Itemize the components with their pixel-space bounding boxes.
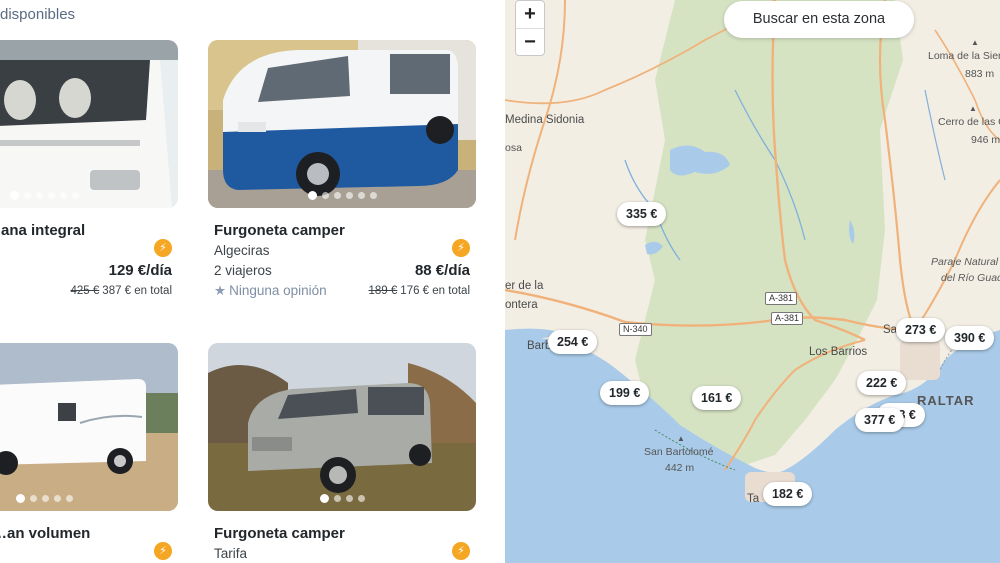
lightning-icon: ⚡ xyxy=(452,239,470,257)
price-pin[interactable]: 161 € xyxy=(692,386,742,410)
carousel-dot[interactable] xyxy=(59,192,67,199)
listing-title[interactable]: Furgoneta camper xyxy=(214,222,345,239)
peak-icon: ▲ xyxy=(971,38,979,47)
carousel-dot[interactable] xyxy=(23,192,31,199)
photo-carousel-dots[interactable] xyxy=(0,191,178,200)
map-view[interactable]: + − Buscar en esta zona Medina Sidonia o… xyxy=(505,0,1000,563)
old-price: 189 € xyxy=(368,285,398,297)
reviews-link[interactable]: ★ Ninguna opinión xyxy=(214,283,327,299)
carousel-dot[interactable] xyxy=(319,494,329,503)
results-list: disponibles …ana xyxy=(0,0,505,563)
carousel-dot[interactable] xyxy=(333,495,341,502)
map-tiles[interactable] xyxy=(505,0,1000,563)
place-vejer: er de la xyxy=(505,280,544,292)
elevation-label: 946 m xyxy=(971,134,1000,146)
carousel-dot[interactable] xyxy=(9,191,19,200)
photo-carousel-dots[interactable] xyxy=(0,494,178,503)
listing-photo[interactable] xyxy=(208,40,476,208)
listing-photo[interactable] xyxy=(208,343,476,511)
price-total: 425 €387 € en total xyxy=(71,285,172,297)
place-san-bartolome: San Bartolomé xyxy=(644,446,714,458)
zoom-out-button[interactable]: − xyxy=(516,28,544,55)
road-label: A-381 xyxy=(765,292,798,305)
peak-icon: ▲ xyxy=(677,434,685,443)
carousel-dot[interactable] xyxy=(357,192,365,199)
available-count-label: disponibles xyxy=(0,6,76,23)
carousel-dot[interactable] xyxy=(71,192,79,199)
search-this-area-button[interactable]: Buscar en esta zona xyxy=(724,1,914,38)
elevation-label: 442 m xyxy=(665,462,695,474)
listing-city: Algeciras xyxy=(214,243,270,258)
place-gibraltar: RALTAR xyxy=(917,393,975,408)
zoom-in-button[interactable]: + xyxy=(516,1,544,28)
carousel-dot[interactable] xyxy=(321,192,329,199)
listing-title[interactable]: …ana integral xyxy=(0,222,85,239)
total-label: 387 € en total xyxy=(102,285,172,297)
listing-city: Tarifa xyxy=(214,546,248,561)
photo-carousel-dots[interactable] xyxy=(208,191,476,200)
carousel-dot[interactable] xyxy=(307,191,317,200)
photo-carousel-dots[interactable] xyxy=(208,494,476,503)
old-price: 425 € xyxy=(70,285,100,297)
carousel-dot[interactable] xyxy=(369,192,377,199)
price-pin[interactable]: 390 € xyxy=(945,326,995,350)
reviews-label: Ninguna opinión xyxy=(229,283,327,298)
carousel-dot[interactable] xyxy=(35,192,43,199)
place-label: osa xyxy=(505,142,522,154)
listing-travellers: 2 viajeros xyxy=(214,263,272,278)
road-label: N-340 xyxy=(619,323,652,336)
blue-van-image xyxy=(208,40,476,208)
lightning-icon: ⚡ xyxy=(452,542,470,560)
place-vejer-2: ontera xyxy=(505,299,538,311)
motorhome-front-image xyxy=(0,40,178,208)
elevation-label: 883 m xyxy=(965,68,995,80)
lightning-icon: ⚡ xyxy=(154,542,172,560)
carousel-dot[interactable] xyxy=(333,192,341,199)
place-paraje-natural: Paraje Natural xyxy=(931,256,999,268)
price-pin[interactable]: 182 € xyxy=(763,482,813,506)
place-cerro: Cerro de las C xyxy=(938,116,1000,128)
carousel-dot[interactable] xyxy=(357,495,365,502)
carousel-dot[interactable] xyxy=(15,494,25,503)
price-pin[interactable]: 273 € xyxy=(896,318,946,342)
price-pin[interactable]: 377 € xyxy=(855,408,905,432)
zoom-control: + − xyxy=(515,0,545,56)
peak-icon: ▲ xyxy=(969,104,977,113)
lightning-icon: ⚡ xyxy=(154,239,172,257)
price-per-day: 129 €/día xyxy=(108,262,172,279)
listing-title[interactable]: Furgoneta camper xyxy=(214,525,345,542)
price-pin[interactable]: 222 € xyxy=(857,371,907,395)
carousel-dot[interactable] xyxy=(345,495,353,502)
place-san-roque: Sa xyxy=(883,324,898,336)
carousel-dot[interactable] xyxy=(65,495,73,502)
price-per-day: 88 €/día xyxy=(414,262,470,279)
listing-title[interactable]: …an volumen xyxy=(0,525,90,542)
carousel-dot[interactable] xyxy=(47,192,55,199)
carousel-dot[interactable] xyxy=(53,495,61,502)
listing-photo[interactable] xyxy=(0,40,178,208)
place-paraje-natural-2: del Río Guadi xyxy=(941,272,1000,284)
place-tarifa: Ta xyxy=(747,493,760,505)
silver-van-image xyxy=(208,343,476,511)
road-label: A-381 xyxy=(771,312,804,325)
carousel-dot[interactable] xyxy=(29,495,37,502)
carousel-dot[interactable] xyxy=(345,192,353,199)
price-total: 189 €176 € en total xyxy=(369,285,470,297)
price-pin[interactable]: 199 € xyxy=(600,381,650,405)
price-pin[interactable]: 335 € xyxy=(617,202,667,226)
total-label: 176 € en total xyxy=(400,285,470,297)
white-van-image xyxy=(0,343,178,511)
listing-photo[interactable] xyxy=(0,343,178,511)
price-pin[interactable]: 254 € xyxy=(548,330,598,354)
place-los-barrios: Los Barrios xyxy=(809,346,868,358)
place-loma-de-la-sierra: Loma de la Sierra xyxy=(928,50,1000,62)
place-medina-sidonia: Medina Sidonia xyxy=(505,114,585,126)
star-icon: ★ xyxy=(214,283,227,298)
carousel-dot[interactable] xyxy=(41,495,49,502)
